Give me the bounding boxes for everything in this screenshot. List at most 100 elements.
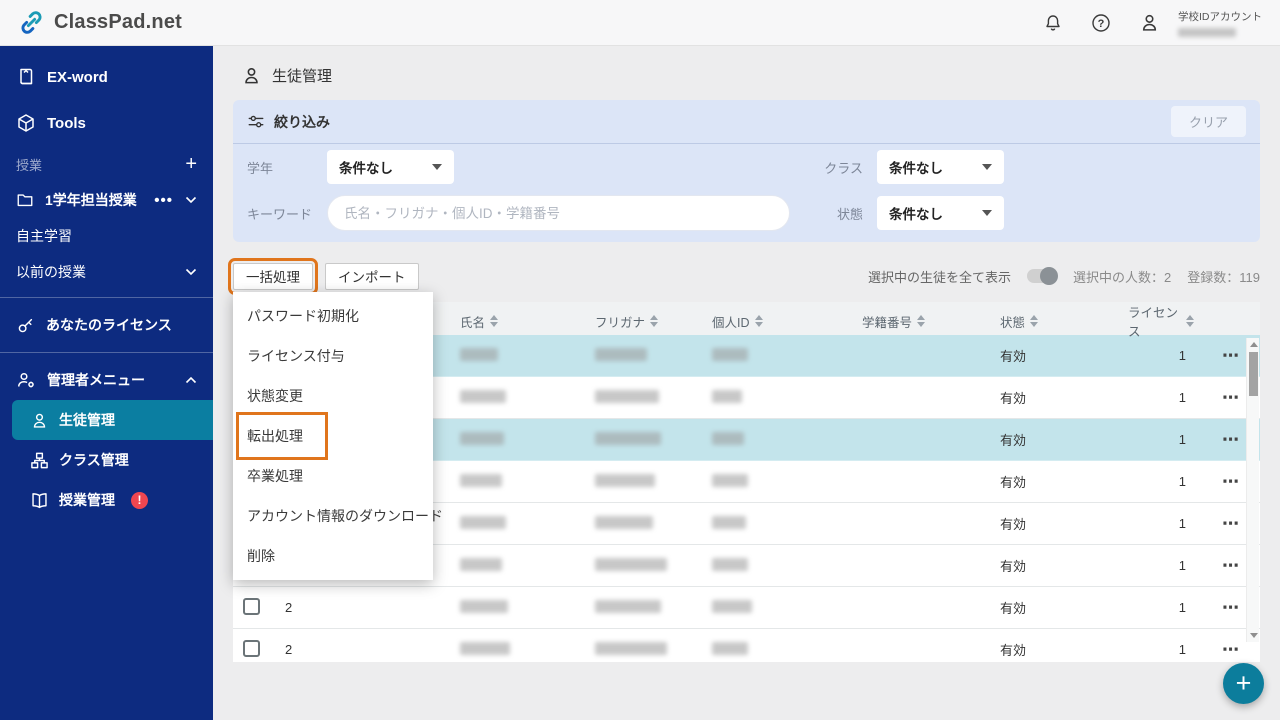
name-cell-redacted — [452, 431, 587, 448]
sidebar-label: 生徒管理 — [59, 412, 115, 428]
sidebar-item-self-study[interactable]: 自主学習 — [0, 218, 213, 254]
sidebar-item-tools[interactable]: Tools — [0, 100, 213, 146]
class-filter-select[interactable]: 条件なし — [877, 150, 1004, 184]
chevron-down-icon — [982, 164, 992, 170]
personal-id-cell-redacted — [704, 515, 854, 532]
class-filter-label: クラス — [824, 160, 863, 176]
bulk-menu-item[interactable]: アカウント情報のダウンロード — [233, 496, 443, 536]
column-header-personal-id[interactable]: 個人ID — [704, 312, 854, 331]
grade-cell: 2 — [285, 642, 293, 657]
chevron-down-icon[interactable] — [185, 268, 197, 276]
personal-id-cell-redacted — [704, 557, 854, 574]
row-actions-button[interactable]: ⋯ — [1194, 640, 1260, 660]
kana-cell-redacted — [587, 347, 704, 364]
dictionary-icon — [20, 68, 33, 85]
sidebar-label: 以前の授業 — [16, 264, 86, 280]
column-header-kana[interactable]: フリガナ — [587, 312, 704, 331]
folder-more-icon[interactable]: ••• — [154, 193, 173, 208]
sort-icon — [754, 315, 763, 327]
column-header-status[interactable]: 状態 — [992, 312, 1120, 331]
row-checkbox[interactable] — [243, 639, 260, 657]
kana-cell-redacted — [587, 389, 704, 406]
status-filter-value: 条件なし — [889, 207, 943, 222]
keyword-search-input[interactable] — [327, 195, 790, 231]
kana-cell-redacted — [587, 431, 704, 448]
chevron-down-icon[interactable] — [185, 196, 197, 204]
scrollbar-thumb[interactable] — [1249, 352, 1258, 396]
sort-icon — [650, 315, 659, 327]
status-cell: 有効 — [1000, 433, 1027, 448]
admin-user-gear-icon — [18, 372, 34, 388]
sidebar-item-ex-word[interactable]: EX-word — [0, 54, 213, 100]
column-header-name[interactable]: 氏名 — [452, 312, 587, 331]
table-row[interactable]: 2 有効 1 ⋯ — [233, 629, 1260, 662]
folder-icon — [17, 194, 33, 207]
bulk-menu-item[interactable]: 状態変更 — [233, 376, 433, 416]
sort-icon — [490, 315, 499, 327]
status-filter-select[interactable]: 条件なし — [877, 196, 1004, 230]
app-logo[interactable]: ClassPad.net — [18, 9, 182, 36]
bulk-menu-item[interactable]: 卒業処理 — [233, 456, 433, 496]
grade-filter-select[interactable]: 条件なし — [327, 150, 454, 184]
toggle-knob — [1040, 267, 1059, 285]
status-cell: 有効 — [1000, 349, 1027, 364]
sidebar-label: 管理者メニュー — [47, 372, 145, 388]
name-cell-redacted — [452, 473, 587, 490]
add-class-icon[interactable]: + — [185, 153, 197, 176]
personal-id-cell-redacted — [704, 473, 854, 490]
status-cell: 有効 — [1000, 643, 1027, 658]
selected-count: 選択中の人数：2 — [1073, 269, 1172, 285]
keyword-filter-label: キーワード — [247, 206, 313, 222]
notifications-bell-icon[interactable] — [1042, 12, 1064, 34]
bulk-menu-item[interactable]: パスワード初期化 — [233, 296, 433, 336]
kana-cell-redacted — [587, 557, 704, 574]
sidebar-section-classes: 授業 + — [0, 146, 213, 182]
scroll-down-arrow-icon[interactable] — [1250, 633, 1258, 638]
license-cell: 1 — [1178, 390, 1186, 405]
bulk-menu-item[interactable]: 転出処理 — [233, 416, 433, 456]
sidebar-item-admin-menu[interactable]: 管理者メニュー — [0, 360, 213, 400]
column-header-license[interactable]: ライセンス — [1120, 302, 1194, 340]
show-selected-toggle[interactable] — [1027, 267, 1059, 285]
bulk-actions-menu: パスワード初期化 ライセンス付与 状態変更 転出処理 卒業処理 アカウント情報のダウンロー… — [233, 292, 443, 580]
bulk-actions-button[interactable]: 一括処理 — [228, 257, 318, 295]
sidebar-item-your-license[interactable]: あなたのライセンス — [0, 305, 213, 345]
chevron-up-icon[interactable] — [185, 376, 197, 384]
org-chart-icon — [31, 452, 48, 468]
import-button[interactable]: インポート — [325, 262, 419, 290]
class-filter-value: 条件なし — [889, 161, 943, 176]
sidebar-item-student-management[interactable]: 生徒管理 — [12, 400, 213, 440]
scroll-up-arrow-icon[interactable] — [1250, 342, 1258, 347]
sidebar-label: 授業管理 — [59, 492, 115, 508]
table-scrollbar[interactable] — [1246, 338, 1259, 642]
status-cell: 有効 — [1000, 517, 1027, 532]
sidebar-item-class-management[interactable]: クラス管理 — [0, 440, 213, 480]
license-cell: 1 — [1178, 642, 1186, 657]
license-cell: 1 — [1178, 474, 1186, 489]
personal-id-cell-redacted — [704, 347, 854, 364]
row-checkbox[interactable] — [243, 597, 260, 615]
bulk-menu-item[interactable]: ライセンス付与 — [233, 336, 433, 376]
account-info[interactable]: 学校IDアカウント — [1178, 9, 1262, 37]
svg-text:?: ? — [1098, 18, 1105, 30]
add-student-fab[interactable]: + — [1223, 663, 1264, 704]
grade-filter-label: 学年 — [247, 160, 274, 176]
sidebar-item-lesson-management[interactable]: 授業管理 ! — [0, 480, 213, 520]
bulk-menu-item[interactable]: 削除 — [233, 536, 433, 576]
status-cell: 有効 — [1000, 475, 1027, 490]
personal-id-cell-redacted — [704, 599, 854, 616]
column-header-student-number[interactable]: 学籍番号 — [854, 312, 992, 331]
table-row[interactable]: 2 有効 1 ⋯ — [233, 587, 1260, 629]
name-cell-redacted — [452, 389, 587, 406]
sidebar-item-class-folder[interactable]: 1学年担当授業 ••• — [0, 182, 213, 218]
kana-cell-redacted — [587, 515, 704, 532]
license-cell: 1 — [1178, 558, 1186, 573]
clear-filter-button[interactable]: クリア — [1170, 106, 1246, 137]
topbar-right: ? 学校IDアカウント — [1042, 9, 1262, 37]
sidebar-item-previous-classes[interactable]: 以前の授業 — [0, 254, 213, 290]
user-account-icon[interactable] — [1138, 12, 1160, 34]
tools-box-icon — [18, 114, 34, 132]
help-icon[interactable]: ? — [1090, 12, 1112, 34]
sidebar-label: クラス管理 — [59, 452, 129, 468]
filter-panel: 絞り込み クリア 学年 条件なし クラス 条件なし キーワード 状態 — [233, 100, 1260, 242]
